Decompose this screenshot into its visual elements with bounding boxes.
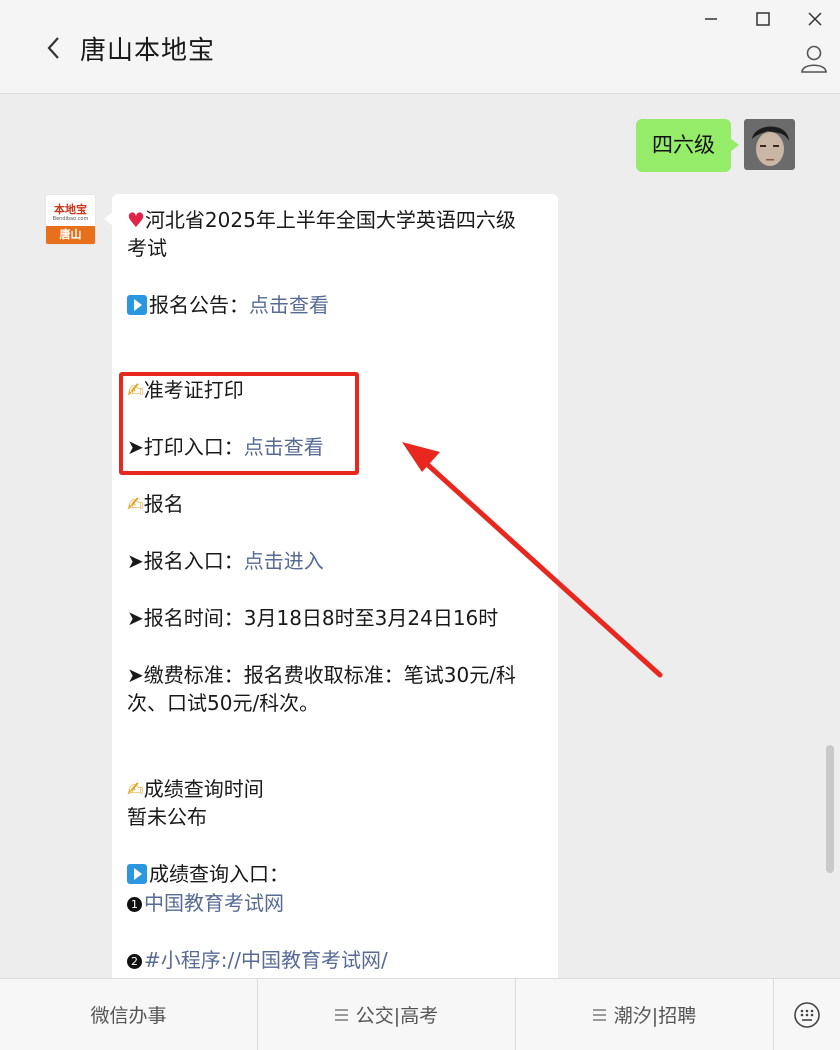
page-title: 唐山本地宝 [80,36,216,66]
fee-line-2: 次、口试50元/科次。 [127,691,320,715]
scrollbar-thumb[interactable] [826,745,834,873]
reg-link[interactable]: 点击进入 [244,549,324,573]
play-icon [127,864,147,884]
keyboard-icon [794,1001,820,1028]
menu-item-wechat-services[interactable]: 微信办事 [0,979,258,1050]
writing-hand-icon: ✍ [127,777,144,801]
logo-text: 本地宝 [54,203,87,216]
chevron-left-icon[interactable] [44,34,64,62]
notice-link[interactable]: 点击查看 [249,293,329,317]
fee-line-1: ➤缴费标准：报名费收取标准：笔试30元/科 [127,663,516,687]
score-link-1[interactable]: 中国教育考试网 [144,891,284,915]
bottom-menu: 微信办事 公交|高考 潮汐|招聘 [0,978,840,1050]
score-status: 暂未公布 [127,805,207,829]
writing-hand-icon: ✍ [127,492,144,516]
keyboard-toggle-button[interactable] [774,979,840,1050]
menu-item-tide-jobs[interactable]: 潮汐|招聘 [516,979,774,1050]
logo-city: 唐山 [46,226,95,244]
number-one-icon: 1 [127,897,142,912]
exam-title-line: ♥河北省2025年上半年全国大学英语四六级 [127,208,516,232]
user-avatar[interactable] [744,119,795,170]
logo-url: Bendibao.com [52,216,89,222]
reg-row: ➤报名入口：点击进入 [127,549,324,573]
official-account-avatar[interactable]: 本地宝 Bendibao.com 唐山 [45,194,96,245]
title-bar: 唐山本地宝 [0,0,840,94]
score-link-2[interactable]: #小程序://中国教育考试网/ [144,948,388,972]
score-link-row-2: 2 #小程序://中国教育考试网/ [127,946,388,974]
person-icon[interactable] [800,44,828,74]
exam-title-line-2: 考试 [127,236,167,260]
window-controls [700,8,826,30]
score-entry-row: 成绩查询入口： [127,860,289,888]
chat-area[interactable]: 四六级 本地宝 Bendibao.com 唐山 ♥河北省2025年上半年全国大学… [0,94,840,978]
number-two-icon: 2 [127,954,142,969]
close-icon[interactable] [804,8,826,30]
maximize-icon[interactable] [752,8,774,30]
reg-time: ➤报名时间：3月18日8时至3月24日16时 [127,606,499,630]
menu-lines-icon [334,1006,348,1024]
minimize-icon[interactable] [700,8,722,30]
menu-item-bus-exam[interactable]: 公交|高考 [258,979,516,1050]
heart-icon: ♥ [127,208,145,232]
menu-lines-icon [592,1006,606,1024]
play-icon [127,295,147,315]
reg-heading: ✍报名 [127,492,184,516]
user-message-bubble[interactable]: 四六级 [636,119,739,172]
message-card: ♥河北省2025年上半年全国大学英语四六级 考试 报名公告：点击查看 ✍准考证打… [104,194,558,978]
annotation-highlight-box [119,372,359,475]
score-heading: ✍成绩查询时间 [127,777,264,801]
notice-row: 报名公告：点击查看 [127,291,329,319]
score-link-row-1: 1 中国教育考试网 [127,889,284,917]
